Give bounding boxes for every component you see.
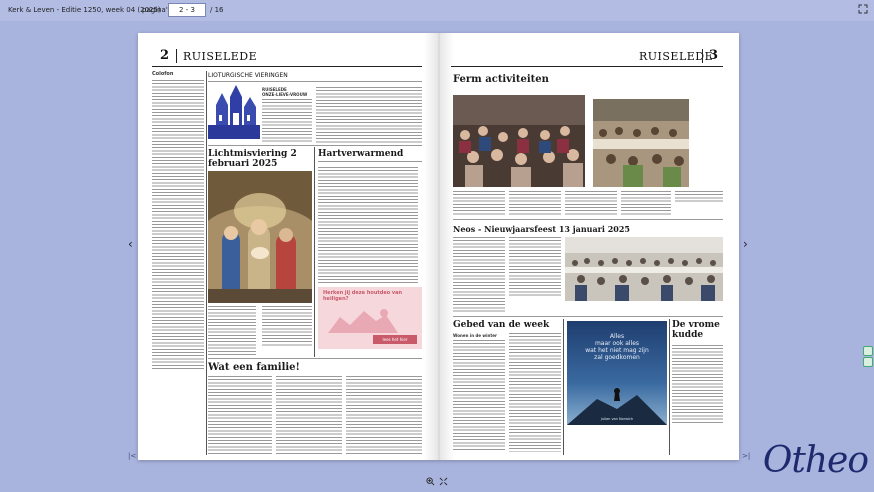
prev-page-arrow-icon[interactable]: ‹	[128, 237, 133, 251]
page-number-right: 3	[709, 48, 719, 63]
poster-line-1: Alles	[609, 333, 625, 340]
section-rule-r1	[453, 219, 723, 220]
first-page-icon[interactable]: |<	[128, 452, 136, 460]
page-title: RUISELEDE	[183, 50, 258, 63]
colofon-text	[152, 80, 204, 370]
right-page: RUISELEDE 3 Ferm activiteiten Neos - Nie…	[439, 33, 739, 460]
header-divider	[176, 49, 177, 63]
hartverwarmend-title: Hartverwarmend	[318, 149, 404, 159]
poster-line-4: zal goedkomen	[594, 354, 640, 361]
neos-text-col1	[453, 237, 505, 313]
poster-line-3: wat het niet mag zijn	[585, 347, 649, 354]
column-divider	[206, 71, 207, 455]
ferm-photo-1	[453, 95, 585, 187]
next-page-arrow-icon[interactable]: ›	[743, 237, 748, 251]
ferm-text-col2	[509, 191, 561, 215]
banner-illustration	[328, 309, 398, 333]
otheo-logo: Otheo	[762, 440, 869, 481]
ferm-text-col3	[565, 191, 617, 215]
fullscreen-icon[interactable]	[858, 4, 868, 14]
liturgie-title: LIOTURGISCHE VIERINGEN	[208, 72, 288, 79]
section-rule-r2	[453, 316, 723, 317]
ferm-text-col5	[675, 191, 723, 203]
lichtmis-text-col1	[208, 306, 256, 356]
ad-banner[interactable]: Herken jij deze houtdeo van heiligen? le…	[318, 287, 422, 349]
lichtmis-title: Lichtmisviering 2 februari 2025	[208, 149, 297, 169]
liturgie-subtitle-2: ONZE-LIEVE-VROUW	[262, 92, 308, 97]
banner-button[interactable]: lees het hier	[373, 335, 417, 344]
column-divider-2	[314, 147, 315, 357]
liturgie-schedule-text	[262, 99, 312, 143]
hartverwarmend-text	[318, 167, 418, 283]
zoom-in-icon[interactable]	[426, 477, 435, 486]
familie-text-col2	[276, 376, 342, 454]
ferm-title: Ferm activiteiten	[453, 74, 549, 85]
gebed-text-col1	[453, 340, 505, 452]
page-number: 2	[160, 48, 170, 63]
ferm-text-col4	[621, 191, 671, 215]
familie-text-col3	[346, 376, 422, 454]
header-rule-right	[451, 66, 723, 67]
page-total: / 16	[210, 6, 224, 14]
left-page: 2 RUISELEDE Colofon LIOTURGISCHE VIERING…	[138, 33, 438, 460]
poster-quote: Alles maar ook alles wat het niet mag zi…	[567, 333, 667, 361]
column-divider-r1	[563, 319, 564, 455]
last-page-icon[interactable]: >|	[742, 452, 750, 460]
header-rule	[152, 66, 422, 67]
kudde-text	[672, 345, 723, 425]
side-share-icon[interactable]	[863, 357, 873, 367]
column-divider-r2	[669, 319, 670, 455]
hart-rule	[318, 161, 422, 162]
page-input[interactable]: 2 - 3	[168, 3, 206, 17]
magazine-spread: 2 RUISELEDE Colofon LIOTURGISCHE VIERING…	[138, 33, 739, 460]
header-divider-right	[702, 49, 703, 63]
presentation-painting	[208, 171, 312, 303]
ferm-text-col1	[453, 191, 505, 215]
familie-title: Wat een familie!	[208, 362, 300, 373]
familie-text-col1	[208, 376, 272, 454]
gebed-text-col2	[509, 333, 561, 452]
neos-title: Neos - Nieuwjaarsfeest 13 januari 2025	[453, 224, 630, 234]
neos-photo	[565, 237, 723, 301]
gebed-subtitle: Wonen in de winter	[453, 333, 497, 338]
liturgie-intentions-text	[316, 87, 422, 143]
ferm-photo-2	[593, 99, 689, 187]
publication-title: Kerk & Leven - Editie 1250, week 04 (202…	[8, 6, 161, 14]
section-rule-2	[208, 358, 422, 359]
side-settings-icon[interactable]	[863, 346, 873, 356]
gebed-title: Gebed van de week	[453, 320, 550, 330]
fit-screen-icon[interactable]	[439, 477, 448, 486]
poster-line-2: maar ook alles	[594, 340, 640, 347]
section-rule	[208, 145, 422, 146]
colofon-title: Colofon	[152, 71, 174, 77]
neos-text-col2	[509, 237, 561, 297]
liturgie-rule	[208, 81, 422, 82]
banner-text: Herken jij deze houtdeo van heiligen?	[323, 290, 403, 302]
lichtmis-text-col2	[262, 306, 312, 346]
church-illustration	[208, 85, 260, 139]
kudde-title: De vrome kudde	[672, 320, 720, 340]
prayer-poster: Alles maar ook alles wat het niet mag zi…	[567, 321, 667, 425]
poster-footer: Julian van Norwich	[600, 417, 634, 421]
toolbar: Kerk & Leven - Editie 1250, week 04 (202…	[0, 0, 874, 21]
